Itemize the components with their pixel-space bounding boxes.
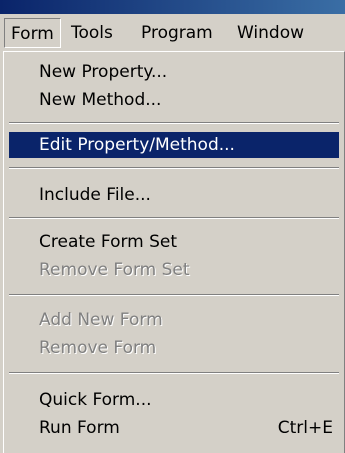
menu-separator bbox=[9, 294, 339, 296]
menu-window[interactable]: Window bbox=[231, 18, 310, 48]
menu-item-quick-form[interactable]: Quick Form... bbox=[9, 387, 339, 413]
screen: Form Tools Program Window New Property..… bbox=[0, 0, 345, 453]
menu-item-remove-form: Remove Form bbox=[39, 338, 157, 358]
menu-form[interactable]: Form bbox=[4, 18, 61, 48]
window-title-strip bbox=[0, 0, 345, 14]
run-form-label: Run Form bbox=[39, 418, 120, 438]
menu-separator bbox=[9, 122, 339, 124]
run-form-shortcut: Ctrl+E bbox=[277, 418, 333, 438]
menu-item-include-file[interactable]: Include File... bbox=[9, 182, 339, 208]
menu-item-new-method[interactable]: New Method... bbox=[9, 87, 339, 113]
menu-item-add-new-form: Add New Form bbox=[39, 310, 163, 330]
menu-item-edit-property-method[interactable]: Edit Property/Method... bbox=[9, 132, 339, 158]
menu-separator bbox=[9, 217, 339, 219]
menu-bar: Form Tools Program Window bbox=[0, 14, 345, 53]
form-menu-dropdown: New Property... New Method... Edit Prope… bbox=[3, 51, 345, 453]
menu-tools[interactable]: Tools bbox=[65, 18, 119, 48]
menu-item-remove-form-set: Remove Form Set bbox=[39, 260, 190, 280]
menu-program[interactable]: Program bbox=[135, 18, 219, 48]
menu-item-run-form[interactable]: Run Form Ctrl+E bbox=[9, 415, 339, 441]
menu-separator bbox=[9, 167, 339, 169]
menu-separator bbox=[9, 372, 339, 374]
menu-item-create-form-set[interactable]: Create Form Set bbox=[9, 229, 339, 255]
menu-item-new-property[interactable]: New Property... bbox=[9, 59, 339, 85]
